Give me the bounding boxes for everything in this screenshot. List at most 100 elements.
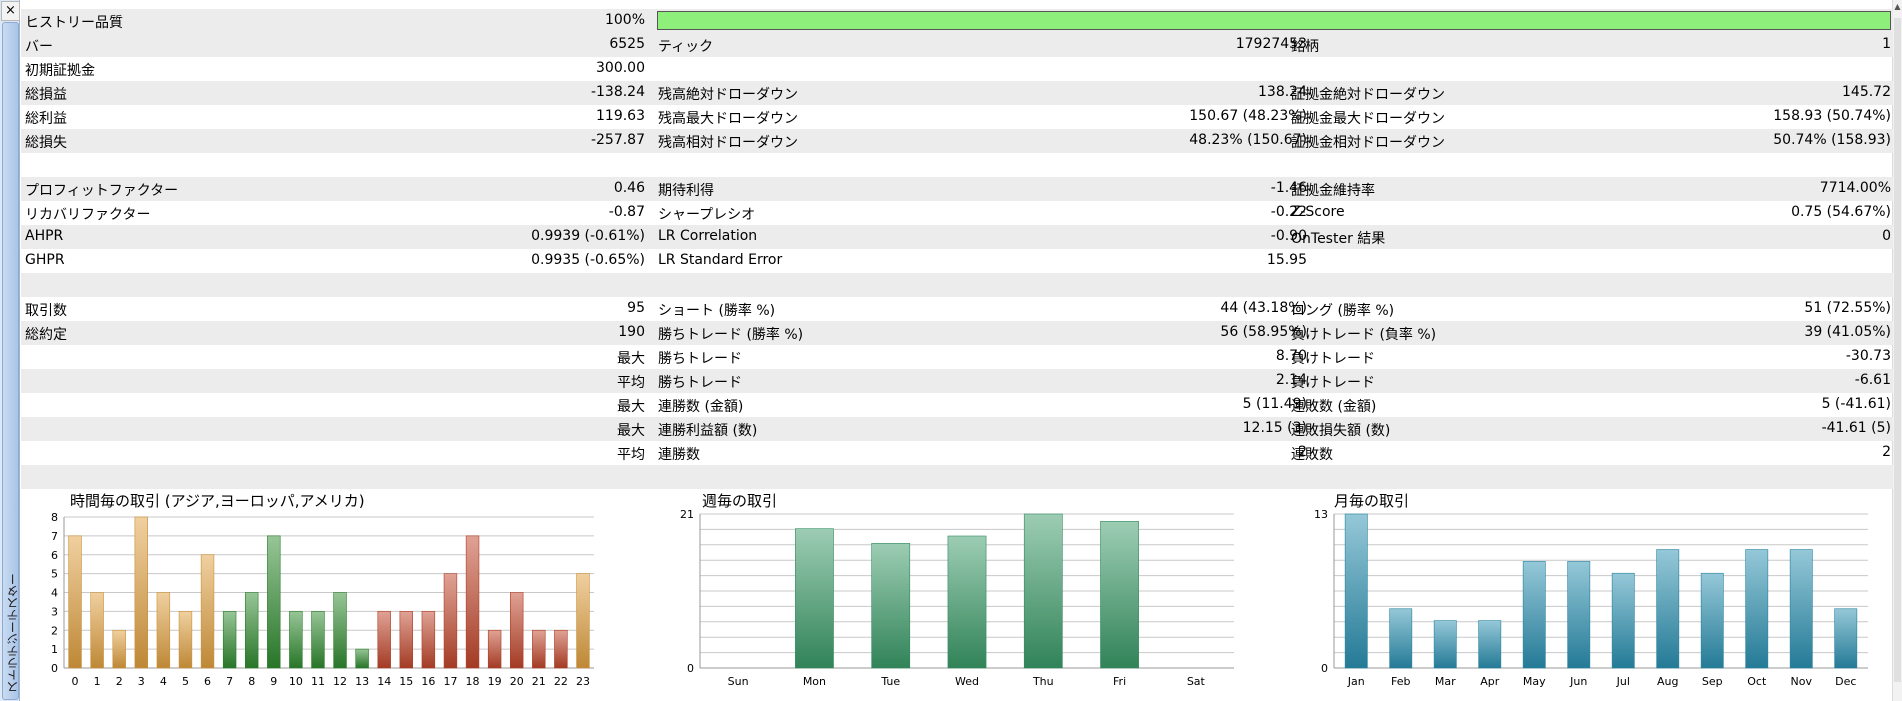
value-col2: -0.90 xyxy=(1270,228,1307,244)
x-tick-label: Feb xyxy=(1391,675,1410,688)
report-row: プロフィットファクター 0.46 期待利得 -1.46 証拠金維持率 7714.00% xyxy=(21,177,1893,201)
backtest-report: ヒストリー品質 100% バー 6525 ティック 17927453 銘柄 1 初期証拠金 300… xyxy=(21,9,1893,489)
x-tick-label: Tue xyxy=(880,675,900,688)
x-tick-label: 3 xyxy=(138,675,145,688)
value-col2: 15.95 xyxy=(1266,252,1307,268)
value-col1: -0.87 xyxy=(608,204,645,220)
x-tick-label: Sep xyxy=(1702,675,1723,688)
value-col1: -138.24 xyxy=(590,84,645,100)
bar xyxy=(1789,549,1813,669)
x-tick-label: 14 xyxy=(377,675,391,688)
x-tick-label: 9 xyxy=(270,675,277,688)
report-row: 初期証拠金 300.00 xyxy=(21,57,1893,81)
close-button[interactable]: × xyxy=(1,1,20,21)
report-row: ヒストリー品質 100% xyxy=(21,9,1893,33)
value-col1: 100% xyxy=(604,12,645,28)
label-col1: 総約定 xyxy=(25,327,67,343)
x-tick-label: 15 xyxy=(399,675,413,688)
bar xyxy=(1567,561,1591,669)
label-col3: 連敗数 (金額) xyxy=(1291,399,1377,415)
value-col1: 95 xyxy=(627,300,645,316)
bar xyxy=(554,629,568,669)
bar xyxy=(947,535,987,669)
bar xyxy=(200,554,215,669)
x-tick-label: 10 xyxy=(289,675,303,688)
label-col2: シャープレシオ xyxy=(658,207,756,223)
value-col3: 0.75 (54.67%) xyxy=(1791,204,1891,220)
monthly-trades-chart: 月毎の取引 0 13 Jan Feb Mar Apr May Jun Jul Aug Sep Oct N… xyxy=(1290,490,1880,700)
bar xyxy=(1100,521,1139,669)
value-col2: 44 (43.18%) xyxy=(1220,300,1307,316)
y-tick-label: 0 xyxy=(1321,662,1328,675)
x-tick-label: 11 xyxy=(311,675,325,688)
x-tick-label: May xyxy=(1523,675,1546,688)
scroll-thumb[interactable] xyxy=(1894,18,1901,682)
label-col3: 銘柄 xyxy=(1291,39,1319,55)
report-row: 平均 連勝数 2 連敗数 2 xyxy=(21,441,1893,465)
label-col1: バー xyxy=(25,39,53,55)
x-tick-label: Oct xyxy=(1747,675,1767,688)
strategy-tester-tab[interactable]: ストラテジーテスター xyxy=(2,22,20,700)
bar xyxy=(222,611,237,669)
y-tick-label: 1 xyxy=(51,643,58,656)
y-tick-label: 4 xyxy=(51,587,58,600)
value-col3: 7714.00% xyxy=(1819,180,1891,196)
report-row: 総損失 -257.87 残高相対ドローダウン 48.23% (150.67) 証拠金相対… xyxy=(21,129,1893,153)
report-row: リカバリファクター -0.87 シャープレシオ -0.22 Z-Score 0.75 (5… xyxy=(21,201,1893,225)
label-col3: 負けトレード xyxy=(1291,351,1375,367)
label-col1: GHPR xyxy=(25,252,65,268)
value-col2: 17927453 xyxy=(1235,36,1307,52)
value-col1: 190 xyxy=(618,324,645,340)
bar xyxy=(68,535,82,669)
value-col3: 5 (-41.61) xyxy=(1821,396,1891,412)
x-tick-label: Nov xyxy=(1791,675,1813,688)
value-col3: 51 (72.55%) xyxy=(1804,300,1891,316)
y-tick-label: 5 xyxy=(51,568,58,581)
report-row: GHPR 0.9935 (-0.65%) LR Standard Error 15.9… xyxy=(21,249,1893,273)
bar xyxy=(1433,620,1457,669)
x-tick-label: 6 xyxy=(204,675,211,688)
y-tick-label: 8 xyxy=(51,511,58,524)
hourly-trades-chart: 時間毎の取引 (アジア,ヨーロッパ,アメリカ) 0123456780123456… xyxy=(30,490,610,700)
scroll-up-icon[interactable]: ▲ xyxy=(1893,2,1902,11)
report-row: AHPR 0.9939 (-0.61%) LR Correlation -0.90 On… xyxy=(21,225,1893,249)
label-col3: 証拠金相対ドローダウン xyxy=(1291,135,1445,151)
x-tick-label: Sat xyxy=(1187,675,1206,688)
weekly-chart-title: 週毎の取引 xyxy=(702,492,778,510)
value-col2: -1.46 xyxy=(1270,180,1307,196)
value-col1: 0.9939 (-0.61%) xyxy=(531,228,645,244)
bar xyxy=(510,592,524,669)
x-tick-label: 21 xyxy=(532,675,546,688)
bar xyxy=(576,573,590,669)
bar xyxy=(1834,608,1858,669)
x-tick-label: 0 xyxy=(72,675,79,688)
strategy-tester-tab-label: ストラテジーテスター xyxy=(6,573,20,693)
label-col3: 連敗数 xyxy=(1291,447,1333,463)
label-col2: 勝ちトレード (勝率 %) xyxy=(658,327,804,343)
monthly-chart-title: 月毎の取引 xyxy=(1334,492,1410,510)
value-col2: 56 (58.95%) xyxy=(1220,324,1307,340)
x-tick-label: 13 xyxy=(355,675,369,688)
value-col3: 0 xyxy=(1882,228,1891,244)
value-col1: 119.63 xyxy=(596,108,645,124)
value-col3: -6.61 xyxy=(1854,372,1891,388)
value-col1: 平均 xyxy=(617,447,645,463)
y-tick-label: 6 xyxy=(51,549,58,562)
x-tick-label: 1 xyxy=(94,675,101,688)
label-col2: 勝ちトレード xyxy=(658,351,742,367)
bar xyxy=(1700,572,1724,669)
value-col1: -257.87 xyxy=(590,132,645,148)
label-col2: 連勝数 (金額) xyxy=(658,399,744,415)
label-col1: 取引数 xyxy=(25,303,67,319)
label-col3: ロング (勝率 %) xyxy=(1291,303,1395,319)
value-col2: 138.24 xyxy=(1258,84,1307,100)
weekly-chart-svg: 0 21 Sun Mon Tue Wed Thu Fri Sat xyxy=(680,508,1234,688)
value-col3: -41.61 (5) xyxy=(1821,420,1891,436)
x-tick-label: Mon xyxy=(803,675,826,688)
vertical-scrollbar[interactable]: ▲ xyxy=(1892,0,1902,701)
report-row xyxy=(21,465,1893,489)
value-col1: 0.9935 (-0.65%) xyxy=(531,252,645,268)
bar xyxy=(156,592,171,669)
report-row xyxy=(21,273,1893,297)
bar xyxy=(377,611,391,669)
